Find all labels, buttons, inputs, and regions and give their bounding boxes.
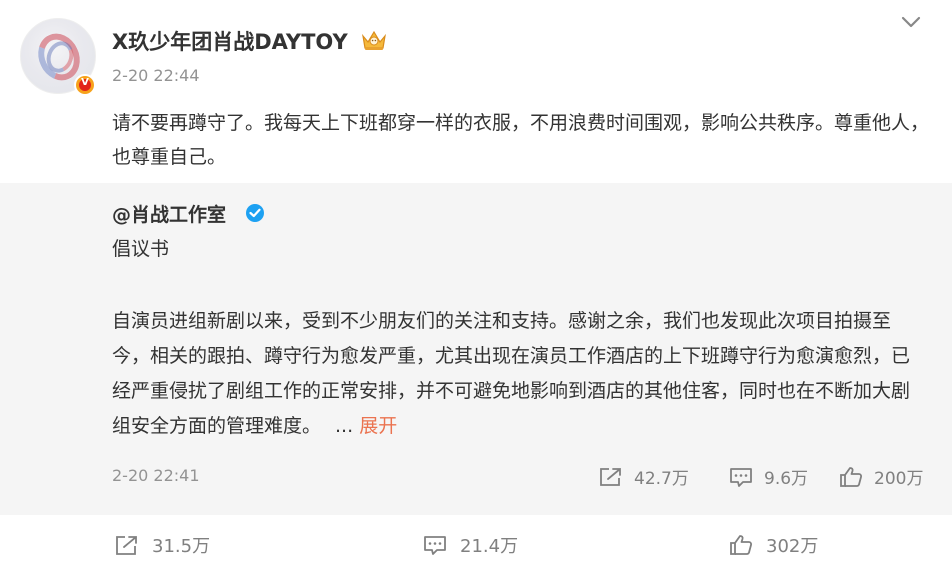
reposted-repost-count: 42.7万	[634, 469, 689, 489]
reposted-comment-count: 9.6万	[764, 469, 809, 489]
chevron-down-icon[interactable]	[900, 14, 922, 30]
reposted-comment-button[interactable]: 9.6万	[728, 464, 808, 489]
thumbs-up-icon	[730, 535, 753, 555]
post-time[interactable]: 2-20 22:44	[112, 66, 200, 85]
comment-icon	[424, 536, 446, 555]
reposted-author[interactable]: @肖战工作室	[112, 200, 226, 227]
verified-badge-label: V	[81, 77, 89, 88]
weibo-post: V X玖少年团肖战DAYTOY 2-20 22:44 请不要再蹲守了。我每天上下…	[0, 0, 952, 562]
expand-link[interactable]: 展开	[359, 415, 397, 437]
author-name[interactable]: X玖少年团肖战DAYTOY	[112, 26, 348, 56]
reposted-body-text: 自演员进组新剧以来，受到不少朋友们的关注和支持。感谢之余，我们也发现此次项目拍摄…	[112, 310, 911, 437]
comment-icon	[730, 467, 752, 487]
blue-v-icon	[246, 204, 264, 222]
reposted-like-count: 200万	[874, 469, 924, 489]
reposted-title: 倡议书	[112, 238, 170, 260]
reposted-like-button[interactable]: 200万	[838, 464, 923, 489]
comment-count: 21.4万	[460, 536, 519, 557]
thumbs-up-icon	[840, 466, 863, 487]
verified-badge-icon: V	[74, 74, 96, 96]
reposted-body: 自演员进组新剧以来，受到不少朋友们的关注和支持。感谢之余，我们也发现此次项目拍摄…	[112, 304, 922, 444]
crown-icon	[362, 30, 386, 50]
repost-icon	[600, 467, 621, 486]
reposted-time[interactable]: 2-20 22:41	[112, 466, 200, 485]
repost-count: 31.5万	[152, 536, 211, 557]
ellipsis: ...	[335, 415, 354, 437]
like-count: 302万	[766, 536, 819, 557]
like-button[interactable]: 302万	[728, 532, 818, 558]
repost-icon	[116, 536, 137, 555]
repost-button[interactable]: 31.5万	[114, 532, 210, 558]
reposted-repost-button[interactable]: 42.7万	[598, 464, 689, 489]
post-content: 请不要再蹲守了。我每天上下班都穿一样的衣服，不用浪费时间围观，影响公共秩序。尊重…	[112, 112, 930, 168]
comment-button[interactable]: 21.4万	[422, 532, 518, 558]
